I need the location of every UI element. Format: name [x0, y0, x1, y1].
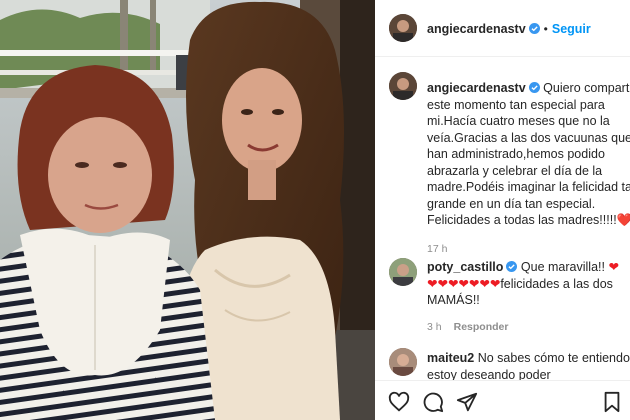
comment-time[interactable]: 3 h	[427, 321, 442, 333]
caption-text-block: angiecardenastv Quiero compartir este mo…	[427, 80, 630, 229]
caption-username[interactable]: angiecardenastv	[427, 81, 526, 95]
comment-text: Que maravilla!!	[520, 260, 605, 274]
comment-meta: 3 h Responder	[427, 321, 630, 333]
caption-avatar[interactable]	[389, 72, 417, 100]
comment-username[interactable]: poty_castillo	[427, 260, 503, 274]
photo-illustration	[0, 0, 375, 420]
follow-button[interactable]: Seguir	[552, 22, 591, 36]
caption-time[interactable]: 17 h	[427, 243, 630, 255]
post-header: angiecardenastv • Seguir	[375, 0, 630, 57]
caption-text: Quiero compartir este momento tan especi…	[427, 81, 630, 227]
commenter-avatar[interactable]	[389, 348, 417, 376]
comment-text-block: maiteu2 No sabes cómo te entiendo, estoy…	[427, 350, 630, 383]
header-line: angiecardenastv • Seguir	[427, 20, 591, 38]
paper-plane-icon[interactable]	[456, 391, 478, 413]
author-avatar[interactable]	[389, 14, 417, 42]
caption-heart-emoji: ❤️	[616, 213, 630, 227]
comment-heart-emoji: ❤	[608, 260, 619, 274]
post-side-panel: angiecardenastv • Seguir angiecardenastv Q…	[375, 0, 630, 420]
heart-outline-icon[interactable]	[388, 391, 410, 413]
comment-item: poty_castillo Que maravilla!! ❤ ❤❤❤❤❤❤❤f…	[427, 259, 630, 333]
verified-badge-icon	[528, 23, 540, 34]
comment-hearts-row: ❤❤❤❤❤❤❤	[427, 276, 501, 291]
author-username[interactable]: angiecardenastv	[427, 22, 526, 36]
bookmark-icon[interactable]	[601, 391, 623, 413]
comment-item: maiteu2 No sabes cómo te entiendo, estoy…	[427, 350, 630, 383]
comment-username[interactable]: maiteu2	[427, 351, 474, 365]
reply-button[interactable]: Responder	[454, 321, 509, 333]
verified-badge-icon	[528, 82, 540, 93]
comment-icon[interactable]	[422, 391, 444, 413]
action-bar	[375, 380, 630, 420]
comment-text-block: poty_castillo Que maravilla!! ❤ ❤❤❤❤❤❤❤f…	[427, 259, 630, 309]
separator-dot: •	[543, 22, 548, 36]
commenter-avatar[interactable]	[389, 258, 417, 286]
verified-badge-icon	[506, 261, 518, 272]
caption: angiecardenastv Quiero compartir este mo…	[427, 80, 630, 255]
post-photo[interactable]	[0, 0, 375, 420]
